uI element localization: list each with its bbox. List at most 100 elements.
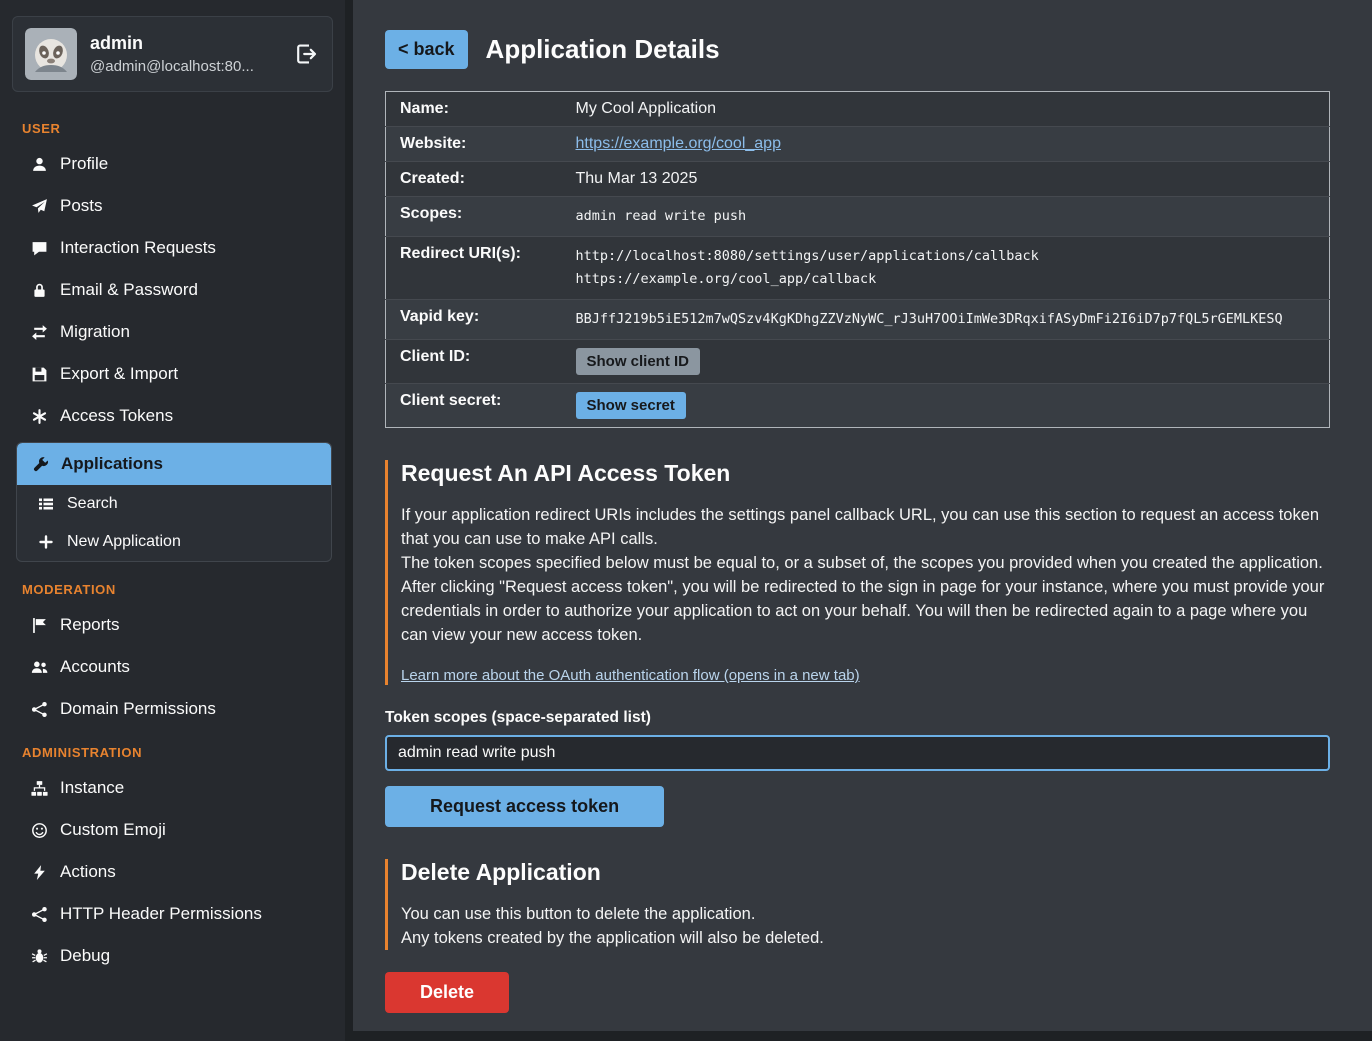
- flag-icon: [30, 616, 48, 634]
- sidebar-item-label: HTTP Header Permissions: [60, 904, 262, 924]
- sidebar-item-applications[interactable]: Applications: [17, 443, 331, 485]
- sidebar-item-new-application[interactable]: New Application: [17, 523, 331, 561]
- sidebar-item-email-password[interactable]: Email & Password: [0, 269, 345, 311]
- detail-value-client-id: Show client ID: [570, 339, 1330, 383]
- plus-icon: [37, 533, 55, 551]
- exchange-icon: [30, 323, 48, 341]
- sidebar-item-export-import[interactable]: Export & Import: [0, 353, 345, 395]
- detail-value-redirect-uris: http://localhost:8080/settings/user/appl…: [570, 236, 1330, 299]
- detail-value-name: My Cool Application: [570, 92, 1330, 127]
- sidebar-item-custom-emoji[interactable]: Custom Emoji: [0, 809, 345, 851]
- delete-button[interactable]: Delete: [385, 972, 509, 1013]
- user-handle: @admin@localhost:80...: [90, 58, 281, 75]
- scopes-value: admin read write push: [576, 208, 747, 224]
- comment-icon: [30, 239, 48, 257]
- sidebar-item-label: Applications: [61, 454, 163, 474]
- sidebar-item-label: Interaction Requests: [60, 238, 216, 258]
- detail-row-redirect-uris: Redirect URI(s):http://localhost:8080/se…: [386, 236, 1330, 299]
- sidebar-item-label: Debug: [60, 946, 110, 966]
- sidebar-item-access-tokens[interactable]: Access Tokens: [0, 395, 345, 437]
- delete-paragraph: Any tokens created by the application wi…: [401, 926, 1330, 950]
- user-icon: [30, 155, 48, 173]
- sidebar-item-label: Accounts: [60, 657, 130, 677]
- sidebar-item-label: Actions: [60, 862, 116, 882]
- floppy-icon: [30, 365, 48, 383]
- sitemap-icon: [30, 779, 48, 797]
- sidebar-item-label: Email & Password: [60, 280, 198, 300]
- token-scopes-input[interactable]: [385, 735, 1330, 771]
- detail-value-client-secret: Show secret: [570, 383, 1330, 427]
- detail-row-client-id: Client ID:Show client ID: [386, 339, 1330, 383]
- sidebar-item-reports[interactable]: Reports: [0, 604, 345, 646]
- token-scopes-label: Token scopes (space-separated list): [385, 709, 1330, 727]
- sidebar-section-label: ADMINISTRATION: [0, 730, 345, 767]
- sidebar-group-applications: Applications Search New Application: [16, 442, 332, 562]
- lock-icon: [30, 281, 48, 299]
- sidebar-item-search[interactable]: Search: [17, 485, 331, 523]
- sidebar-item-label: New Application: [67, 533, 181, 551]
- sidebar-item-label: Profile: [60, 154, 108, 174]
- sloth-avatar-icon: [25, 28, 77, 80]
- detail-row-name: Name:My Cool Application: [386, 92, 1330, 127]
- website-link[interactable]: https://example.org/cool_app: [576, 135, 781, 152]
- request-token-heading: Request An API Access Token: [401, 460, 1330, 487]
- oauth-docs-link[interactable]: Learn more about the OAuth authenticatio…: [401, 667, 860, 684]
- application-details-table: Name:My Cool ApplicationWebsite: https://…: [385, 91, 1330, 428]
- share-nodes-icon: [30, 700, 48, 718]
- paper-plane-icon: [30, 197, 48, 215]
- sidebar-section-label: MODERATION: [0, 567, 345, 604]
- request-token-paragraph: If your application redirect URIs includ…: [401, 503, 1330, 551]
- sidebar-item-profile[interactable]: Profile: [0, 143, 345, 185]
- user-name: admin: [90, 33, 281, 54]
- detail-label-name: Name:: [386, 92, 570, 127]
- token-scopes-form: Token scopes (space-separated list) Requ…: [385, 709, 1330, 827]
- detail-label-website: Website:: [386, 127, 570, 162]
- detail-value-vapid-key: BBJffJ219b5iE512m7wQSzv4KgKDhgZZVzNyWC_r…: [570, 299, 1330, 339]
- detail-row-created: Created:Thu Mar 13 2025: [386, 162, 1330, 197]
- sidebar-item-accounts[interactable]: Accounts: [0, 646, 345, 688]
- list-icon: [37, 495, 55, 513]
- sidebar-item-http-header-permissions[interactable]: HTTP Header Permissions: [0, 893, 345, 935]
- user-card[interactable]: admin @admin@localhost:80...: [12, 16, 333, 92]
- request-token-paragraph: The token scopes specified below must be…: [401, 551, 1330, 575]
- sidebar-item-label: Migration: [60, 322, 130, 342]
- sidebar-item-label: Custom Emoji: [60, 820, 166, 840]
- vapid-key-value: BBJffJ219b5iE512m7wQSzv4KgKDhgZZVzNyWC_r…: [576, 311, 1283, 327]
- detail-value-scopes: admin read write push: [570, 197, 1330, 237]
- page-header: < back Application Details: [385, 30, 1372, 69]
- detail-label-client-secret: Client secret:: [386, 383, 570, 427]
- sidebar: admin @admin@localhost:80... USERProfile…: [0, 0, 345, 1041]
- sidebar-item-instance[interactable]: Instance: [0, 767, 345, 809]
- client-id-button[interactable]: Show client ID: [576, 348, 701, 375]
- detail-label-client-id: Client ID:: [386, 339, 570, 383]
- request-token-paragraph: After clicking "Request access token", y…: [401, 575, 1330, 647]
- sidebar-item-posts[interactable]: Posts: [0, 185, 345, 227]
- sidebar-item-label: Domain Permissions: [60, 699, 216, 719]
- avatar: [25, 28, 77, 80]
- main-panel: < back Application Details Name:My Cool …: [353, 0, 1372, 1031]
- logout-icon[interactable]: [294, 42, 318, 66]
- detail-row-scopes: Scopes: admin read write push: [386, 197, 1330, 237]
- client-secret-button[interactable]: Show secret: [576, 392, 686, 419]
- sidebar-item-debug[interactable]: Debug: [0, 935, 345, 977]
- delete-paragraph: You can use this button to delete the ap…: [401, 902, 1330, 926]
- sidebar-item-migration[interactable]: Migration: [0, 311, 345, 353]
- detail-row-website: Website: https://example.org/cool_app: [386, 127, 1330, 162]
- detail-label-scopes: Scopes:: [386, 197, 570, 237]
- detail-row-client-secret: Client secret:Show secret: [386, 383, 1330, 427]
- sidebar-item-label: Instance: [60, 778, 124, 798]
- sidebar-item-domain-permissions[interactable]: Domain Permissions: [0, 688, 345, 730]
- request-access-token-button[interactable]: Request access token: [385, 786, 664, 827]
- detail-row-vapid-key: Vapid key:BBJffJ219b5iE512m7wQSzv4KgKDhg…: [386, 299, 1330, 339]
- back-button[interactable]: < back: [385, 30, 468, 69]
- detail-label-redirect-uris: Redirect URI(s):: [386, 236, 570, 299]
- bug-icon: [30, 947, 48, 965]
- sidebar-item-actions[interactable]: Actions: [0, 851, 345, 893]
- user-info: admin @admin@localhost:80...: [90, 33, 281, 75]
- smiley-icon: [30, 821, 48, 839]
- sidebar-item-label: Posts: [60, 196, 103, 216]
- users-icon: [30, 658, 48, 676]
- bolt-icon: [30, 863, 48, 881]
- sidebar-item-interaction-requests[interactable]: Interaction Requests: [0, 227, 345, 269]
- sidebar-submenu: Search New Application: [17, 485, 331, 561]
